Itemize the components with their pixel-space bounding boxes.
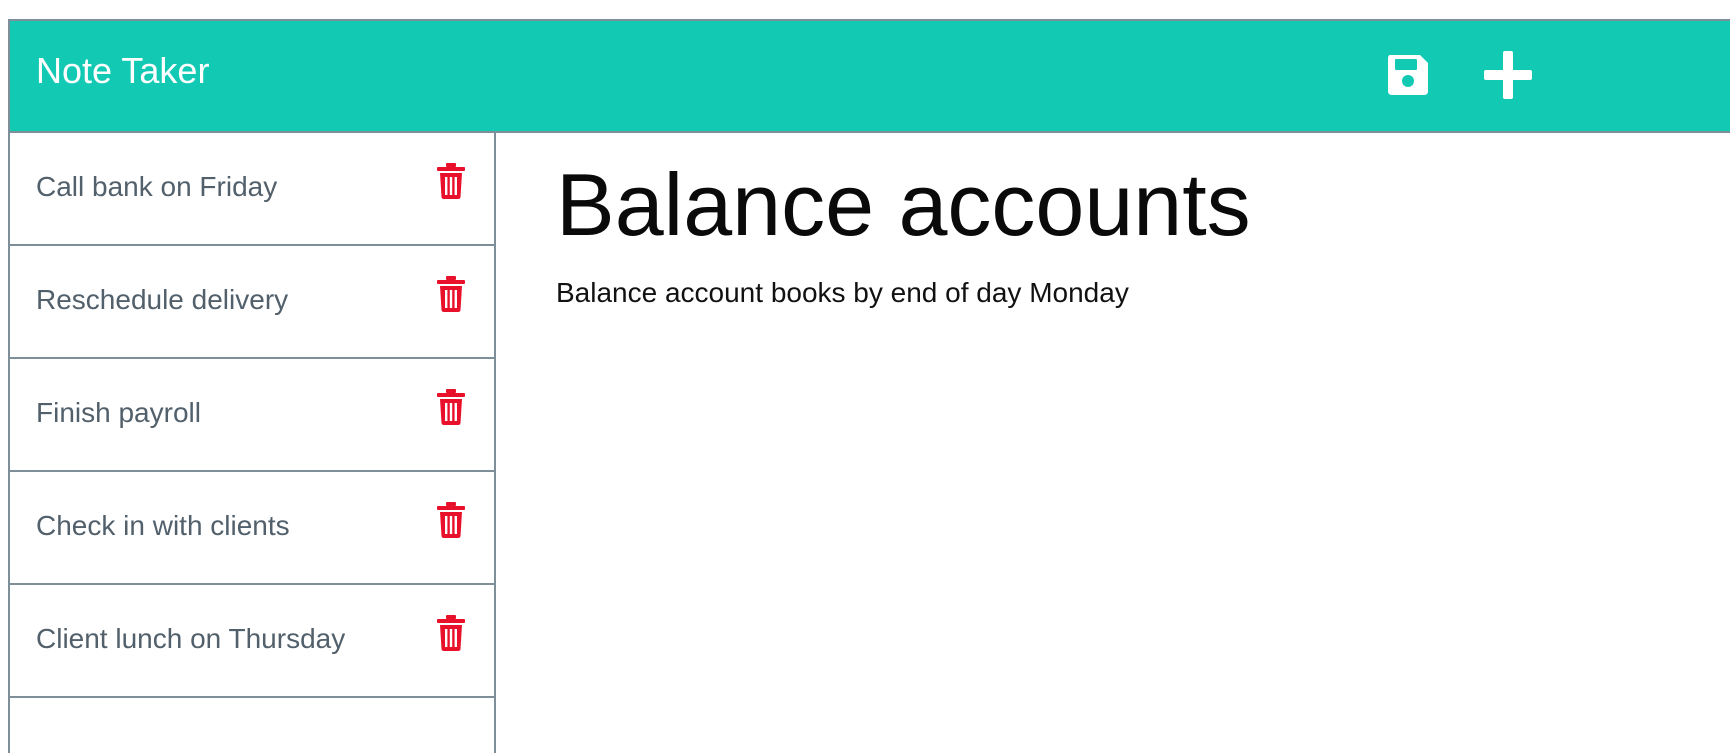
note-editor: Balance accounts Balance account books b… [496, 133, 1730, 753]
list-item[interactable]: Finish payroll [10, 359, 494, 472]
note-title-input[interactable]: Balance accounts [556, 155, 1251, 255]
note-title[interactable]: Finish payroll [36, 395, 201, 431]
list-item[interactable]: Client lunch on Thursday [10, 585, 494, 698]
trash-icon [437, 615, 465, 651]
note-title[interactable]: Reschedule delivery [36, 282, 288, 318]
list-item[interactable]: Call bank on Friday [10, 133, 494, 246]
notes-list: Call bank on Friday Reschedule delivery [10, 133, 496, 753]
app-title[interactable]: Note Taker [36, 49, 209, 93]
trash-icon [437, 502, 465, 538]
list-item[interactable]: Check in with clients [10, 472, 494, 585]
delete-note-button[interactable] [434, 161, 468, 201]
trash-icon [437, 276, 465, 312]
app-window: Note Taker Call bank on Friday Reschedul… [8, 19, 1730, 753]
note-title[interactable]: Call bank on Friday [36, 169, 277, 205]
new-note-button[interactable] [1480, 47, 1536, 103]
note-title[interactable]: Check in with clients [36, 508, 290, 544]
delete-note-button[interactable] [434, 500, 468, 540]
note-text-area[interactable]: Balance account books by end of day Mond… [556, 275, 1129, 311]
save-note-button[interactable] [1380, 47, 1436, 103]
navbar: Note Taker [10, 21, 1730, 133]
delete-note-button[interactable] [434, 274, 468, 314]
trash-icon [437, 163, 465, 199]
delete-note-button[interactable] [434, 387, 468, 427]
list-item[interactable]: Reschedule delivery [10, 246, 494, 359]
delete-note-button[interactable] [434, 613, 468, 653]
save-icon [1388, 55, 1428, 95]
trash-icon [437, 389, 465, 425]
note-title[interactable]: Client lunch on Thursday [36, 621, 345, 657]
plus-icon [1484, 51, 1532, 99]
